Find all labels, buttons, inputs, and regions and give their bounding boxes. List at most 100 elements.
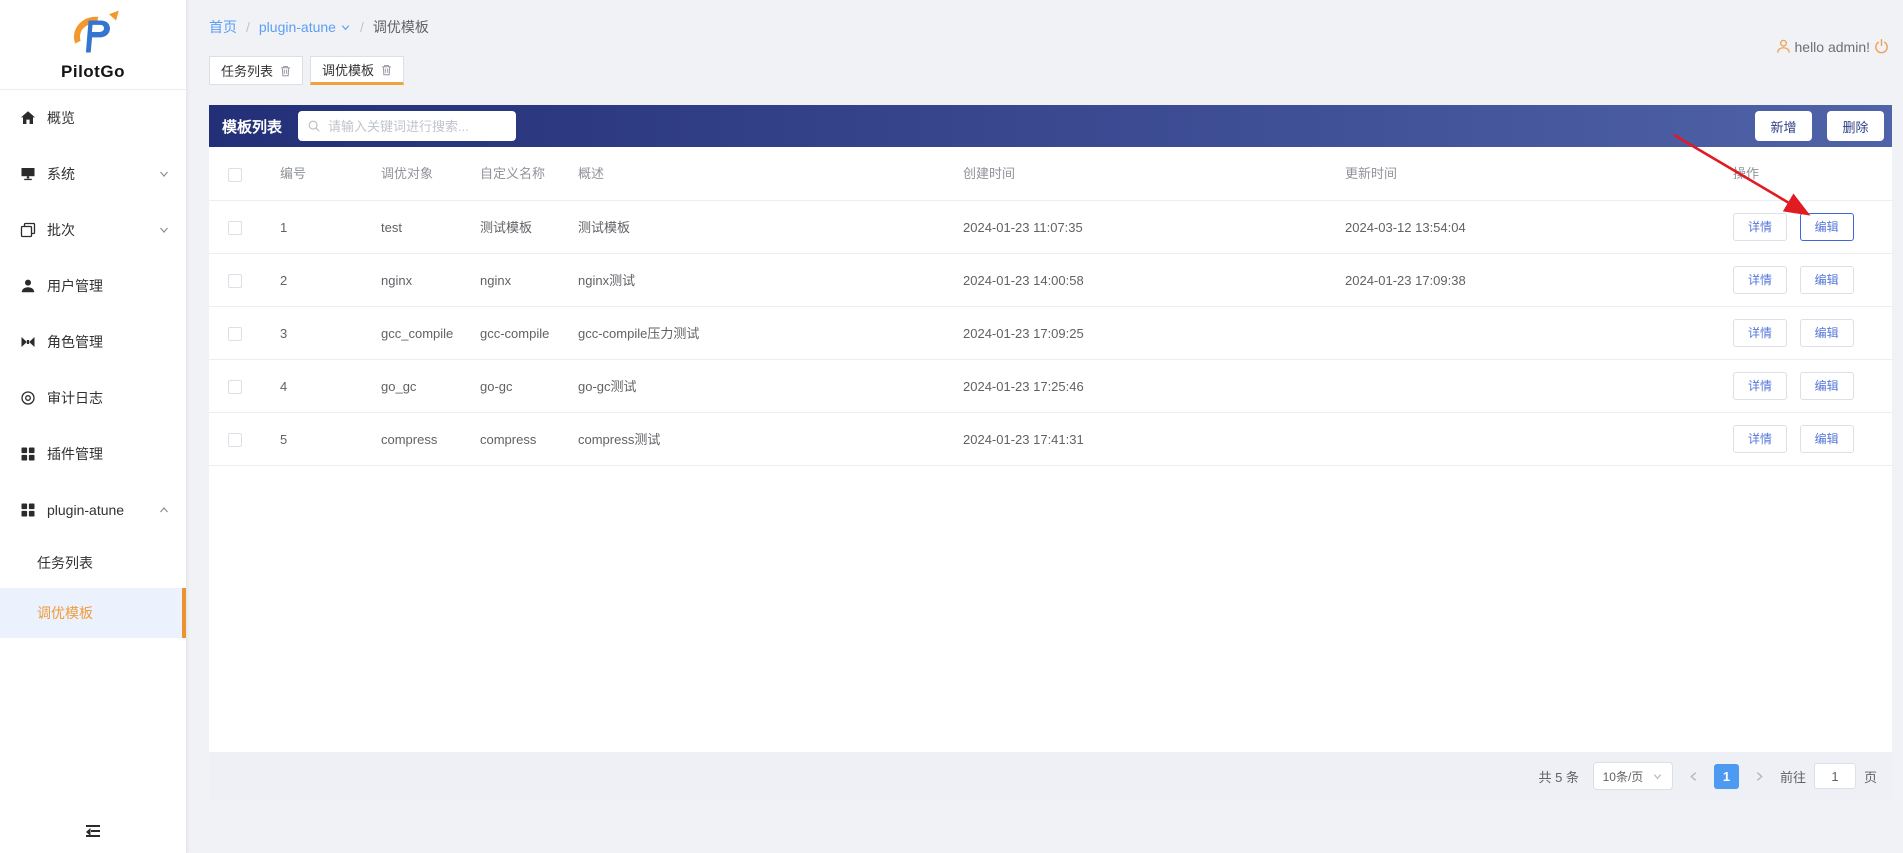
edit-button[interactable]: 编辑 [1799, 425, 1854, 453]
prev-page-button[interactable] [1687, 770, 1700, 783]
cell-target: nginx [362, 253, 461, 307]
edit-button[interactable]: 编辑 [1799, 319, 1854, 347]
user-greeting: hello admin! [1794, 38, 1871, 55]
row-checkbox[interactable] [228, 274, 242, 289]
breadcrumb-home[interactable]: 首页 [209, 17, 237, 37]
tab-bar: 任务列表 调优模板 [209, 56, 405, 85]
pilotgo-app: PilotGo 概览 系统 批次 用户管理 角色管理 审计日志 插件管理 plu… [0, 0, 1903, 853]
cell-id: 3 [261, 306, 362, 360]
page-number-1[interactable]: 1 [1713, 763, 1739, 789]
trash-icon[interactable] [280, 65, 291, 77]
sidebar-item-plugins[interactable]: 插件管理 [0, 426, 186, 482]
detail-button[interactable]: 详情 [1733, 213, 1788, 241]
app-name: PilotGo [61, 61, 125, 81]
sidebar-subitem-tuning-template[interactable]: 调优模板 [0, 588, 186, 638]
detail-button[interactable]: 详情 [1733, 425, 1788, 453]
cell-updated [1326, 306, 1714, 360]
delete-button[interactable]: 删除 [1827, 111, 1884, 141]
goto-page-input[interactable] [1813, 763, 1856, 789]
cell-name: go-gc [461, 359, 559, 413]
sidebar-item-audit-log[interactable]: 审计日志 [0, 370, 186, 426]
sidebar-item-plugin-atune[interactable]: plugin-atune [0, 482, 186, 538]
sidebar-subitem-task-list[interactable]: 任务列表 [0, 538, 186, 588]
sidebar-item-roles[interactable]: 角色管理 [0, 314, 186, 370]
panel-header: 模板列表 新增 删除 [209, 105, 1892, 147]
cell-name: 测试模板 [461, 200, 559, 254]
cell-name: nginx [461, 253, 559, 307]
cell-updated [1326, 359, 1714, 413]
edit-button[interactable]: 编辑 [1799, 266, 1854, 294]
sidebar-item-label: 角色管理 [47, 334, 103, 350]
template-list-panel: 模板列表 新增 删除 [209, 105, 1892, 800]
template-table: 编号 调优对象 自定义名称 概述 创建时间 更新时间 操作 1 test 测试模… [209, 147, 1892, 466]
cell-created: 2024-01-23 17:41:31 [944, 412, 1326, 466]
col-header-target: 调优对象 [362, 147, 461, 201]
table-row: 1 test 测试模板 测试模板 2024-01-23 11:07:35 202… [209, 200, 1892, 254]
row-checkbox[interactable] [228, 433, 242, 448]
edit-button[interactable]: 编辑 [1799, 372, 1854, 400]
tab-label: 调优模板 [322, 63, 375, 78]
sidebar-menu: 概览 系统 批次 用户管理 角色管理 审计日志 插件管理 plugin-atun… [0, 90, 186, 638]
pagination-total: 共 5 条 [1538, 769, 1579, 785]
cell-target: compress [362, 412, 461, 466]
search-input[interactable] [328, 118, 508, 134]
audit-eye-icon [20, 390, 38, 406]
cell-name: compress [461, 412, 559, 466]
search-box [298, 111, 517, 141]
col-header-created: 创建时间 [944, 147, 1326, 201]
row-checkbox[interactable] [228, 221, 242, 236]
sidebar-item-label: 批次 [47, 222, 75, 238]
row-checkbox[interactable] [228, 327, 242, 342]
table-row: 4 go_gc go-gc go-gc测试 2024-01-23 17:25:4… [209, 359, 1892, 413]
sidebar-subitem-label: 调优模板 [37, 605, 93, 621]
cell-summary: nginx测试 [559, 253, 944, 307]
add-button[interactable]: 新增 [1755, 111, 1812, 141]
search-icon [307, 119, 321, 133]
goto-label: 前往 [1779, 769, 1806, 785]
col-header-actions: 操作 [1714, 147, 1892, 201]
panel-actions: 新增 删除 [1755, 111, 1884, 141]
roles-icon [20, 334, 38, 350]
detail-button[interactable]: 详情 [1733, 372, 1788, 400]
edit-button[interactable]: 编辑 [1799, 213, 1854, 241]
trash-icon[interactable] [381, 64, 392, 76]
sidebar-collapse-button[interactable] [82, 820, 104, 845]
sidebar-subitem-label: 任务列表 [37, 555, 93, 571]
table-row: 5 compress compress compress测试 2024-01-2… [209, 412, 1892, 466]
tab-tuning-template[interactable]: 调优模板 [310, 56, 405, 85]
tab-task-list[interactable]: 任务列表 [209, 56, 304, 85]
sidebar-item-system[interactable]: 系统 [0, 146, 186, 202]
logo: PilotGo [0, 0, 186, 90]
sidebar-item-overview[interactable]: 概览 [0, 90, 186, 146]
sidebar-item-users[interactable]: 用户管理 [0, 258, 186, 314]
select-all-checkbox[interactable] [228, 167, 242, 182]
sidebar-item-batch[interactable]: 批次 [0, 202, 186, 258]
cell-summary: gcc-compile压力测试 [559, 306, 944, 360]
sidebar-item-label: 概览 [47, 110, 75, 126]
detail-button[interactable]: 详情 [1733, 266, 1788, 294]
row-checkbox[interactable] [228, 380, 242, 395]
batch-icon [20, 222, 38, 238]
cell-name: gcc-compile [461, 306, 559, 360]
chevron-down-icon [340, 22, 351, 33]
logout-power-icon[interactable] [1873, 38, 1890, 55]
cell-summary: go-gc测试 [559, 359, 944, 413]
next-page-button[interactable] [1753, 770, 1766, 783]
sidebar-item-label: 用户管理 [47, 278, 103, 294]
cell-id: 1 [261, 200, 362, 254]
user-icon [20, 278, 38, 294]
breadcrumb-separator: / [246, 19, 250, 35]
col-header-id: 编号 [261, 147, 362, 201]
sidebar-item-label: 审计日志 [47, 390, 103, 406]
page-unit-label: 页 [1863, 769, 1877, 785]
breadcrumb-plugin-atune[interactable]: plugin-atune [259, 19, 351, 35]
main-area: 首页 / plugin-atune / 调优模板 hello admin! 任务… [187, 0, 1903, 853]
col-header-updated: 更新时间 [1326, 147, 1714, 201]
pilotgo-logo-icon [64, 8, 122, 61]
detail-button[interactable]: 详情 [1733, 319, 1788, 347]
cell-updated: 2024-01-23 17:09:38 [1326, 253, 1714, 307]
sidebar-item-label: 插件管理 [47, 446, 103, 462]
cell-target: go_gc [362, 359, 461, 413]
page-size-select[interactable]: 10条/页 [1592, 762, 1673, 790]
cell-created: 2024-01-23 11:07:35 [944, 200, 1326, 254]
